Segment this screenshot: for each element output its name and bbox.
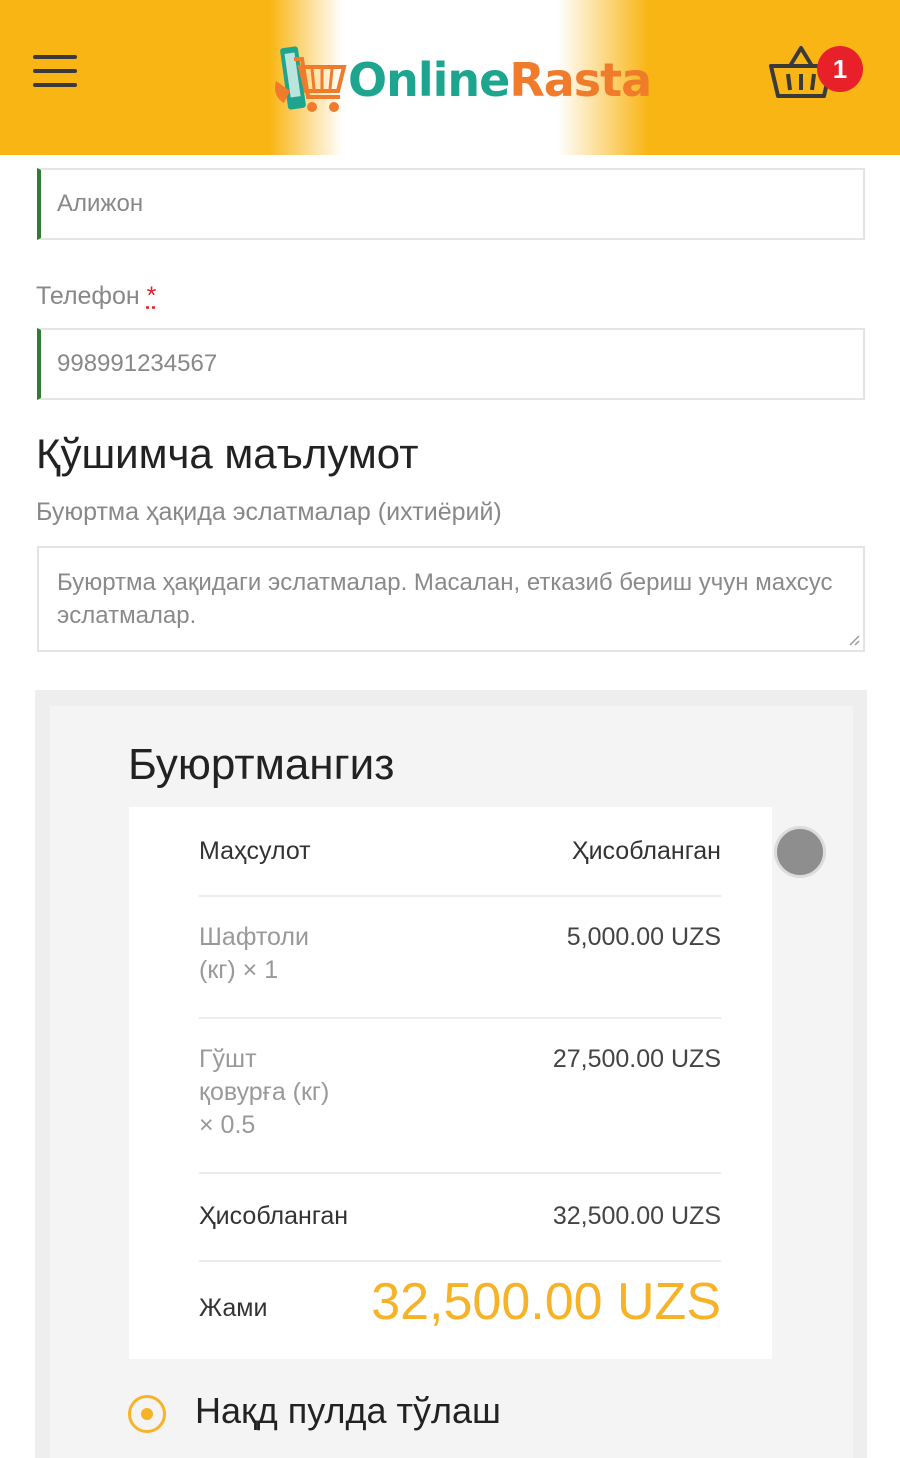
order-notes-label: Буюртма ҳақида эслатмалар (ихтиёрий) <box>36 498 502 526</box>
column-product-header: Маҳсулот <box>199 837 311 865</box>
table-row: Гўшт қовурға (кг) × 0.5 27,500.00 UZS <box>199 1019 721 1174</box>
column-subtotal-header: Ҳисобланган <box>571 837 721 865</box>
product-name-line: қовурға (кг) <box>199 1078 330 1106</box>
cart-count-badge: 1 <box>817 46 863 92</box>
product-name-line: Шафтоли <box>199 923 309 951</box>
product-name: Шафтоли (кг) × 1 <box>199 921 309 987</box>
phone-label: Телефон * <box>36 282 156 311</box>
subtotal-value: 32,500.00 UZS <box>552 1202 721 1230</box>
subtotal-label: Ҳисобланган <box>199 1202 349 1230</box>
product-name: Гўшт қовурға (кг) × 0.5 <box>199 1043 329 1142</box>
additional-info-title: Қўшимча маълумот <box>36 430 419 477</box>
logo-text: OnlineRasta <box>348 57 652 103</box>
product-name-line: Гўшт <box>199 1045 257 1073</box>
order-title: Буюртмангиз <box>128 740 395 789</box>
resize-grip-icon[interactable] <box>848 634 860 646</box>
hamburger-menu-icon[interactable] <box>33 55 77 95</box>
phone-input[interactable]: 998991234567 <box>37 328 865 400</box>
subtotal-row: Ҳисобланган 32,500.00 UZS <box>199 1174 721 1262</box>
cash-payment-radio[interactable] <box>128 1395 166 1433</box>
product-qty-line: (кг) × 1 <box>199 956 279 984</box>
name-input[interactable]: Алижон <box>37 168 865 240</box>
phone-label-text: Телефон <box>36 282 140 310</box>
order-notes-textarea[interactable]: Буюртма ҳақидаги эслатмалар. Масалан, ет… <box>37 546 865 652</box>
order-table: Маҳсулот Ҳисобланган Шафтоли (кг) × 1 5,… <box>129 807 772 1359</box>
required-marker: * <box>146 282 157 310</box>
cash-payment-label[interactable]: Нақд пулда тўлаш <box>195 1390 501 1432</box>
product-price: 27,500.00 UZS <box>552 1045 721 1073</box>
total-value: 32,500.00 UZS <box>371 1273 721 1331</box>
table-row: Шафтоли (кг) × 1 5,000.00 UZS <box>199 897 721 1019</box>
total-row: Жами 32,500.00 UZS <box>199 1262 721 1352</box>
logo[interactable]: OnlineRasta <box>270 40 652 120</box>
product-qty-line: × 0.5 <box>199 1111 256 1139</box>
product-price: 5,000.00 UZS <box>566 923 721 951</box>
logo-text-rasta: Rasta <box>509 53 652 107</box>
scroll-handle[interactable] <box>774 826 826 878</box>
total-label: Жами <box>199 1294 268 1322</box>
logo-text-online: Online <box>348 53 510 107</box>
shopping-cart-logo-icon <box>275 46 347 112</box>
table-header-row: Маҳсулот Ҳисобланган <box>199 827 721 897</box>
app-header: OnlineRasta 1 <box>0 0 900 155</box>
